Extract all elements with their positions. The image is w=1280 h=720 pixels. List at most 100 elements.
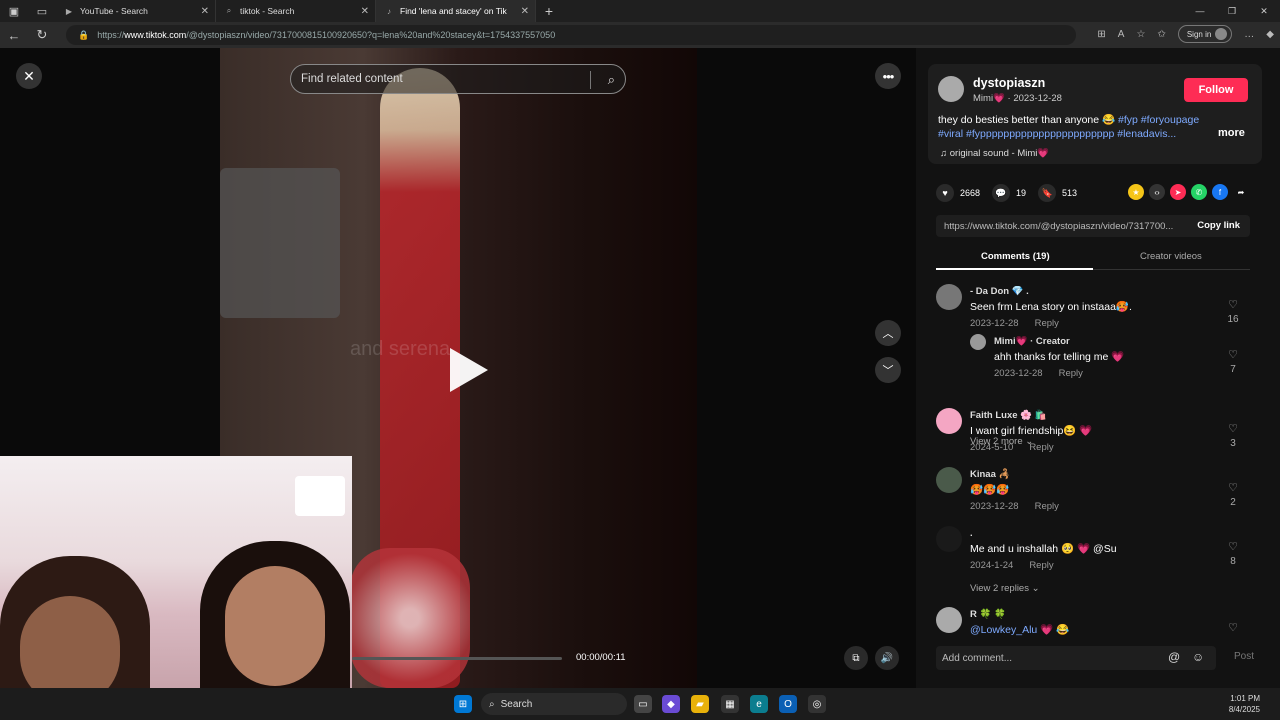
copilot-icon[interactable]: ◆ bbox=[662, 695, 680, 713]
view-replies[interactable]: View 2 replies ⌄ bbox=[970, 583, 1040, 594]
reply-link[interactable]: Reply bbox=[1059, 368, 1083, 379]
close-tab-icon[interactable]: ✕ bbox=[361, 6, 369, 17]
task-view-icon[interactable]: ▭ bbox=[634, 695, 652, 713]
share-buttons: ★ ‹› ➤ ✆ f ➦ bbox=[1128, 184, 1249, 200]
reply-link[interactable]: Reply bbox=[1035, 501, 1059, 512]
sign-in-button[interactable]: Sign in bbox=[1177, 25, 1233, 43]
emoji-icon[interactable]: ☺ bbox=[1192, 650, 1204, 664]
tab-tiktok-search[interactable]: ⌕ tiktok - Search ✕ bbox=[216, 0, 376, 22]
sound-link[interactable]: ♫ original sound - Mimi💗 bbox=[940, 148, 1049, 159]
comment-action[interactable]: 💬 19 bbox=[992, 184, 1026, 202]
volume-icon[interactable]: 🔊 bbox=[875, 646, 899, 670]
tab-comments[interactable]: Comments (19) bbox=[981, 251, 1050, 262]
comments-list: - Da Don 💎 . Seen frm Lena story on inst… bbox=[936, 284, 1260, 680]
comment-heart-icon[interactable]: ♡ bbox=[1226, 422, 1240, 435]
comment-heart-icon[interactable]: ♡ bbox=[1226, 621, 1240, 634]
next-video-button[interactable]: ﹀ bbox=[875, 357, 901, 383]
new-tab-button[interactable]: + bbox=[536, 3, 562, 19]
read-aloud-icon[interactable]: A bbox=[1118, 29, 1125, 40]
favorite-star-icon[interactable]: ☆ bbox=[1136, 29, 1145, 40]
creator-username[interactable]: dystopiaszn bbox=[973, 76, 1045, 90]
browser-tab-bar: ▣ ▭ ▶ YouTube - Search ✕ ⌕ tiktok - Sear… bbox=[0, 0, 1280, 22]
taskbar-clock[interactable]: 1:01 PM 8/4/2025 bbox=[1229, 693, 1260, 715]
reply-link[interactable]: Reply bbox=[1029, 442, 1053, 453]
favorites-icon[interactable]: ✩ bbox=[1157, 29, 1165, 40]
lock-icon: 🔒 bbox=[78, 29, 90, 40]
restore-icon[interactable]: ❐ bbox=[1216, 0, 1248, 22]
person-right-face bbox=[225, 566, 325, 686]
search-icon: ⌕ bbox=[226, 6, 232, 15]
menu-dots-icon[interactable]: … bbox=[1244, 29, 1254, 40]
search-icon: ⌕ bbox=[489, 698, 495, 710]
taskbar-search[interactable]: ⌕ Search bbox=[481, 693, 627, 715]
comment-avatar[interactable] bbox=[936, 284, 962, 310]
heart-icon: ♥ bbox=[936, 184, 954, 202]
save-action[interactable]: 🔖 513 bbox=[1038, 184, 1077, 202]
tab-actions-icon[interactable]: ▭ bbox=[28, 0, 56, 22]
minimize-icon[interactable]: — bbox=[1184, 0, 1216, 22]
share-arrow-icon[interactable]: ➦ bbox=[1233, 184, 1249, 200]
video-progress-bar[interactable] bbox=[352, 657, 562, 660]
mention-icon[interactable]: @ bbox=[1168, 650, 1180, 664]
tiktok-icon: ♪ bbox=[387, 6, 391, 16]
coin-icon[interactable]: ★ bbox=[1128, 184, 1144, 200]
comment-heart-icon[interactable]: ♡ bbox=[1226, 298, 1240, 311]
post-caption: they do besties better than anyone 😂 #fy… bbox=[938, 114, 1200, 140]
address-bar-row: ← ↻ 🔒 https://www.tiktok.com/@dystopiasz… bbox=[0, 22, 1280, 48]
like-action[interactable]: ♥ 2668 bbox=[936, 184, 980, 202]
embed-icon[interactable]: ‹› bbox=[1149, 184, 1165, 200]
outlook-icon[interactable]: O bbox=[779, 695, 797, 713]
engagement-actions: ♥ 2668 💬 19 🔖 513 bbox=[936, 184, 1089, 202]
background-car bbox=[220, 168, 340, 318]
tab-tiktok-video[interactable]: ♪ Find 'lena and stacey' on Tik ✕ bbox=[376, 0, 536, 22]
reply-link[interactable]: Reply bbox=[1035, 318, 1059, 329]
url-field[interactable]: 🔒 https://www.tiktok.com/@dystopiaszn/vi… bbox=[66, 25, 1076, 45]
workspaces-icon[interactable]: ▣ bbox=[0, 0, 28, 22]
app-icon[interactable]: ◎ bbox=[808, 695, 826, 713]
more-options-button[interactable]: ••• bbox=[875, 63, 901, 89]
post-info-card: dystopiaszn Mimi💗 · 2023-12-28 Follow th… bbox=[928, 64, 1262, 164]
floating-player-icon[interactable]: ⧉ bbox=[844, 646, 868, 670]
video-time: 00:00/00:11 bbox=[576, 652, 626, 663]
comment-avatar[interactable] bbox=[936, 467, 962, 493]
follow-button[interactable]: Follow bbox=[1184, 78, 1248, 102]
comment-avatar[interactable] bbox=[936, 607, 962, 633]
close-tab-icon[interactable]: ✕ bbox=[521, 6, 529, 17]
close-video-button[interactable]: ✕ bbox=[16, 63, 42, 89]
app-icon[interactable]: ⊞ bbox=[1097, 29, 1105, 40]
add-comment-input[interactable]: Add comment... @ ☺ bbox=[936, 646, 1216, 670]
comment-heart-icon[interactable]: ♡ bbox=[1226, 348, 1240, 361]
comment-avatar[interactable] bbox=[970, 334, 986, 350]
facebook-icon[interactable]: f bbox=[1212, 184, 1228, 200]
creator-subline: Mimi💗 · 2023-12-28 bbox=[973, 93, 1062, 104]
play-icon[interactable] bbox=[450, 348, 488, 392]
file-explorer-icon[interactable]: ▰ bbox=[691, 695, 709, 713]
store-icon[interactable]: ▦ bbox=[721, 695, 739, 713]
tab-youtube[interactable]: ▶ YouTube - Search ✕ bbox=[56, 0, 216, 22]
search-icon[interactable]: ⌕ bbox=[608, 72, 615, 88]
back-icon[interactable]: ← bbox=[0, 22, 28, 48]
close-window-icon[interactable]: ✕ bbox=[1248, 0, 1280, 22]
comments-tabs: Comments (19) Creator videos bbox=[936, 246, 1250, 270]
refresh-icon[interactable]: ↻ bbox=[28, 22, 56, 48]
comment-heart-icon[interactable]: ♡ bbox=[1226, 481, 1240, 494]
reply-link[interactable]: Reply bbox=[1029, 560, 1053, 571]
start-icon[interactable]: ⊞ bbox=[454, 695, 472, 713]
comment-avatar[interactable] bbox=[936, 526, 962, 552]
comment-icon: 💬 bbox=[992, 184, 1011, 202]
creator-avatar[interactable] bbox=[938, 76, 964, 102]
comment-heart-icon[interactable]: ♡ bbox=[1226, 540, 1240, 553]
send-icon[interactable]: ➤ bbox=[1170, 184, 1186, 200]
copilot-icon[interactable]: ◆ bbox=[1266, 29, 1274, 40]
copy-link-button[interactable]: Copy link bbox=[1197, 220, 1240, 231]
related-search-input[interactable]: Find related content ⌕ bbox=[290, 64, 626, 94]
whatsapp-icon[interactable]: ✆ bbox=[1191, 184, 1207, 200]
close-tab-icon[interactable]: ✕ bbox=[201, 6, 209, 17]
comment-avatar[interactable] bbox=[936, 408, 962, 434]
bookmark-icon: 🔖 bbox=[1038, 184, 1057, 202]
tab-creator-videos[interactable]: Creator videos bbox=[1140, 251, 1202, 262]
caption-more-link[interactable]: more bbox=[1218, 127, 1245, 139]
edge-icon[interactable]: e bbox=[750, 695, 768, 713]
post-comment-button[interactable]: Post bbox=[1234, 651, 1254, 662]
previous-video-button[interactable]: ︿ bbox=[875, 320, 901, 346]
